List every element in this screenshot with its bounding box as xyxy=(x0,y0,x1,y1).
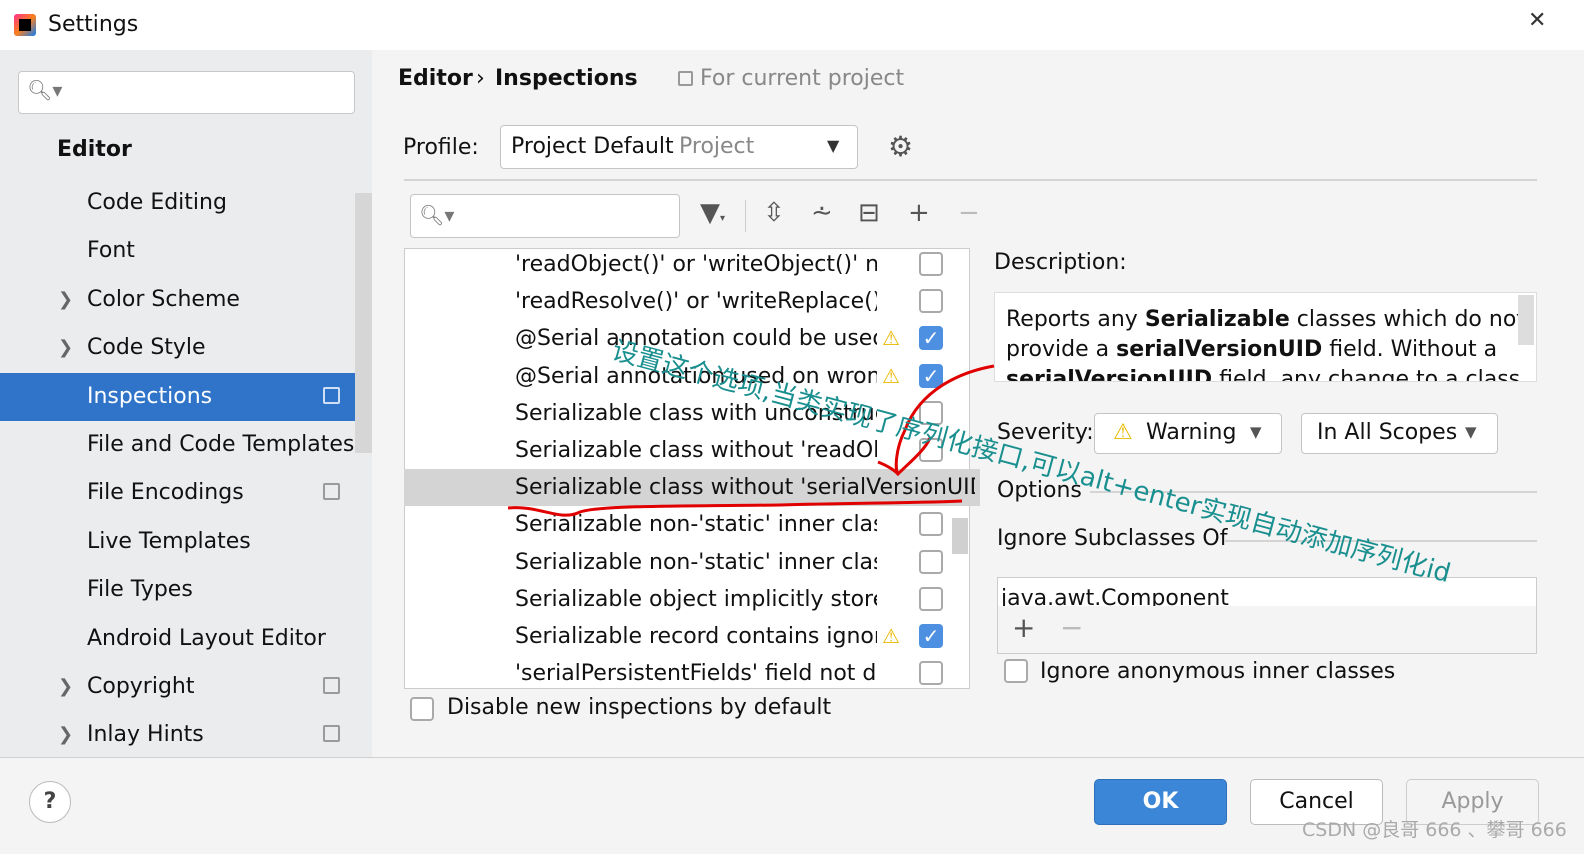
ink-annotation xyxy=(507,364,995,517)
red-underline xyxy=(507,499,963,517)
